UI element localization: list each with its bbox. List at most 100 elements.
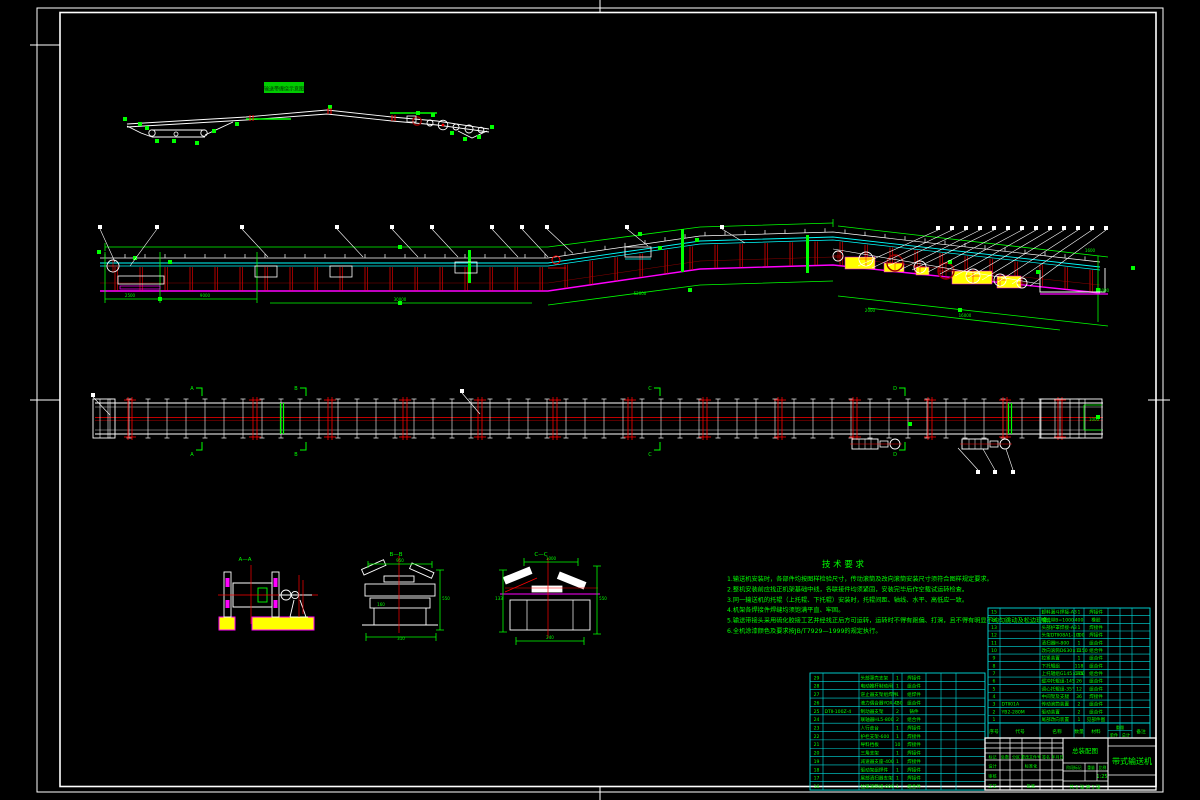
balloon-marker (240, 225, 244, 229)
green-arrow-marker (195, 141, 199, 145)
dim-text: 950 (396, 558, 404, 563)
bom-cell: 传动滚筒装置 (1042, 701, 1070, 708)
bom-cell: 焊接件 (907, 741, 921, 748)
bom-header-weight: 重量 (1116, 724, 1124, 731)
bom-cell: 1 (1078, 648, 1081, 654)
leader-line (391, 228, 419, 258)
bom-cell: 制动器支架 (861, 708, 884, 715)
bom-cell: 22 (814, 734, 820, 740)
dim-line (837, 295, 1109, 327)
tb-rev-label: 分区 (1012, 754, 1020, 760)
bom-cell: 195 (1075, 671, 1084, 677)
green-arrow-marker (490, 125, 494, 129)
base-block (218, 616, 236, 631)
tb-rev-label: 更改文件号 (1021, 754, 1041, 760)
bom-cell: 118 (1075, 663, 1084, 669)
balloon-marker (1090, 226, 1094, 230)
bom-cell: 12 (1076, 686, 1082, 692)
notes-title: 技 术 要 求 (822, 559, 865, 570)
bom-cell: 焊接件 (907, 766, 921, 773)
green-arrow-marker (155, 139, 159, 143)
leader-line (997, 229, 1079, 283)
balloon-marker (1011, 470, 1015, 474)
green-arrow-marker (658, 246, 662, 250)
bom-cell: 1 (1078, 656, 1081, 662)
bom-cell: 10 (895, 742, 901, 748)
dim-text: 9000 (200, 293, 211, 298)
dim-text: 550 (599, 596, 607, 601)
bom-cell: 减速器支座-400 (861, 758, 894, 765)
bom-cell: 焊接件 (907, 750, 921, 757)
balloon-marker (625, 225, 629, 229)
section-marker (196, 442, 203, 451)
bom-cell: YB2-280M (1001, 709, 1025, 715)
bom-cell: 联轴器HL5-800 (861, 716, 894, 723)
balloon-marker (976, 470, 980, 474)
bom-cell: 组合件 (1089, 708, 1103, 715)
tb-role-check: 审核 (988, 773, 997, 780)
detail-b-upper-idler: B—B 950550310160 (360, 552, 450, 641)
bom-cell: 1 (896, 751, 899, 757)
bom-cell: 组合件 (1089, 685, 1103, 692)
note-line-6: 6.全机涂漆颜色及要求按JB/T7929—1999的规定执行。 (727, 627, 882, 635)
balloon-marker (91, 393, 95, 397)
bom-header: 数量 (1074, 728, 1084, 735)
tail-frame (92, 398, 116, 439)
bom-cell: 驱动装置 (1042, 708, 1061, 715)
bom-cell: 7 (993, 671, 996, 677)
green-arrow-marker (416, 111, 420, 115)
balloon-marker (993, 470, 997, 474)
bom-cell: 1 (896, 692, 899, 698)
takeup-pulley (200, 129, 208, 137)
note-line-2: 2.整机安装前应找正机架基础中线，各联接件均须紧固，安装完毕后作空载试运转检查。 (727, 585, 968, 593)
cad-drawing-sheet: 输送带缠绕示意图 2500 9000 30000 52000 16000 4000 2000… (0, 0, 1200, 800)
bom-cell: 清扫器H-800 (1042, 639, 1070, 646)
green-arrow-marker (212, 129, 216, 133)
bom-cell: 尾部改向装置 (1042, 716, 1070, 723)
bom-cell: 组合件 (907, 783, 921, 790)
section-marker (196, 387, 203, 396)
green-arrow-marker (695, 238, 699, 242)
balloon-marker (430, 225, 434, 229)
section-marker (899, 387, 906, 396)
left-roller (502, 566, 533, 585)
tb-role-standard: 标准化 (1025, 763, 1038, 770)
balloon-marker (1020, 226, 1024, 230)
bom-cell: 17 (814, 776, 820, 782)
green-arrow-marker (431, 113, 435, 117)
green-arrow-marker (463, 137, 467, 141)
tb-role-design: 设计 (988, 763, 996, 770)
bom-cell: 19 (814, 759, 820, 765)
leader-line (982, 448, 996, 471)
green-arrow-marker (908, 422, 912, 426)
break-bar (806, 235, 809, 273)
section-letter: D (893, 386, 897, 392)
green-arrow-marker (97, 250, 101, 254)
leader-line (857, 229, 939, 267)
schematic-label: 输送带缠绕示意图 (264, 86, 304, 93)
cad-canvas: 输送带缠绕示意图 2500 9000 30000 52000 16000 4000 2000… (30, 0, 1170, 800)
bom-cell: 组合件 (907, 716, 921, 723)
bom-cell: 头部罩壳支架 (861, 674, 889, 681)
green-arrow-marker (1036, 270, 1040, 274)
detail-a-label: A—A (238, 557, 251, 563)
drive-pulley (412, 116, 422, 126)
bom-cell: 护栏支架-600 (861, 733, 890, 740)
bom-cell: 焊接件 (907, 674, 921, 681)
bom-cell: 焊接件 (1089, 624, 1103, 631)
bom-cell: 改向滚筒D630×1150 (1042, 647, 1088, 654)
belt-winding-schematic: 输送带缠绕示意图 (123, 82, 494, 145)
bom-cell: 焊接件 (1089, 632, 1103, 639)
leader-line (431, 228, 459, 258)
dim-text: 240 (546, 635, 554, 640)
green-arrow-marker (450, 131, 454, 135)
belt-line-bottom (100, 239, 1101, 271)
dim-text: 2500 (125, 293, 136, 298)
plan-view: 1000 A A B B C C D D (91, 386, 1103, 474)
bom-cell: 组合件 (1089, 670, 1103, 677)
green-arrow-marker (168, 260, 172, 264)
balloon-marker (460, 389, 464, 393)
takeup-frame (454, 261, 478, 274)
dim-text: 1000 (546, 556, 557, 561)
dim-text: 4000 (1099, 288, 1110, 293)
